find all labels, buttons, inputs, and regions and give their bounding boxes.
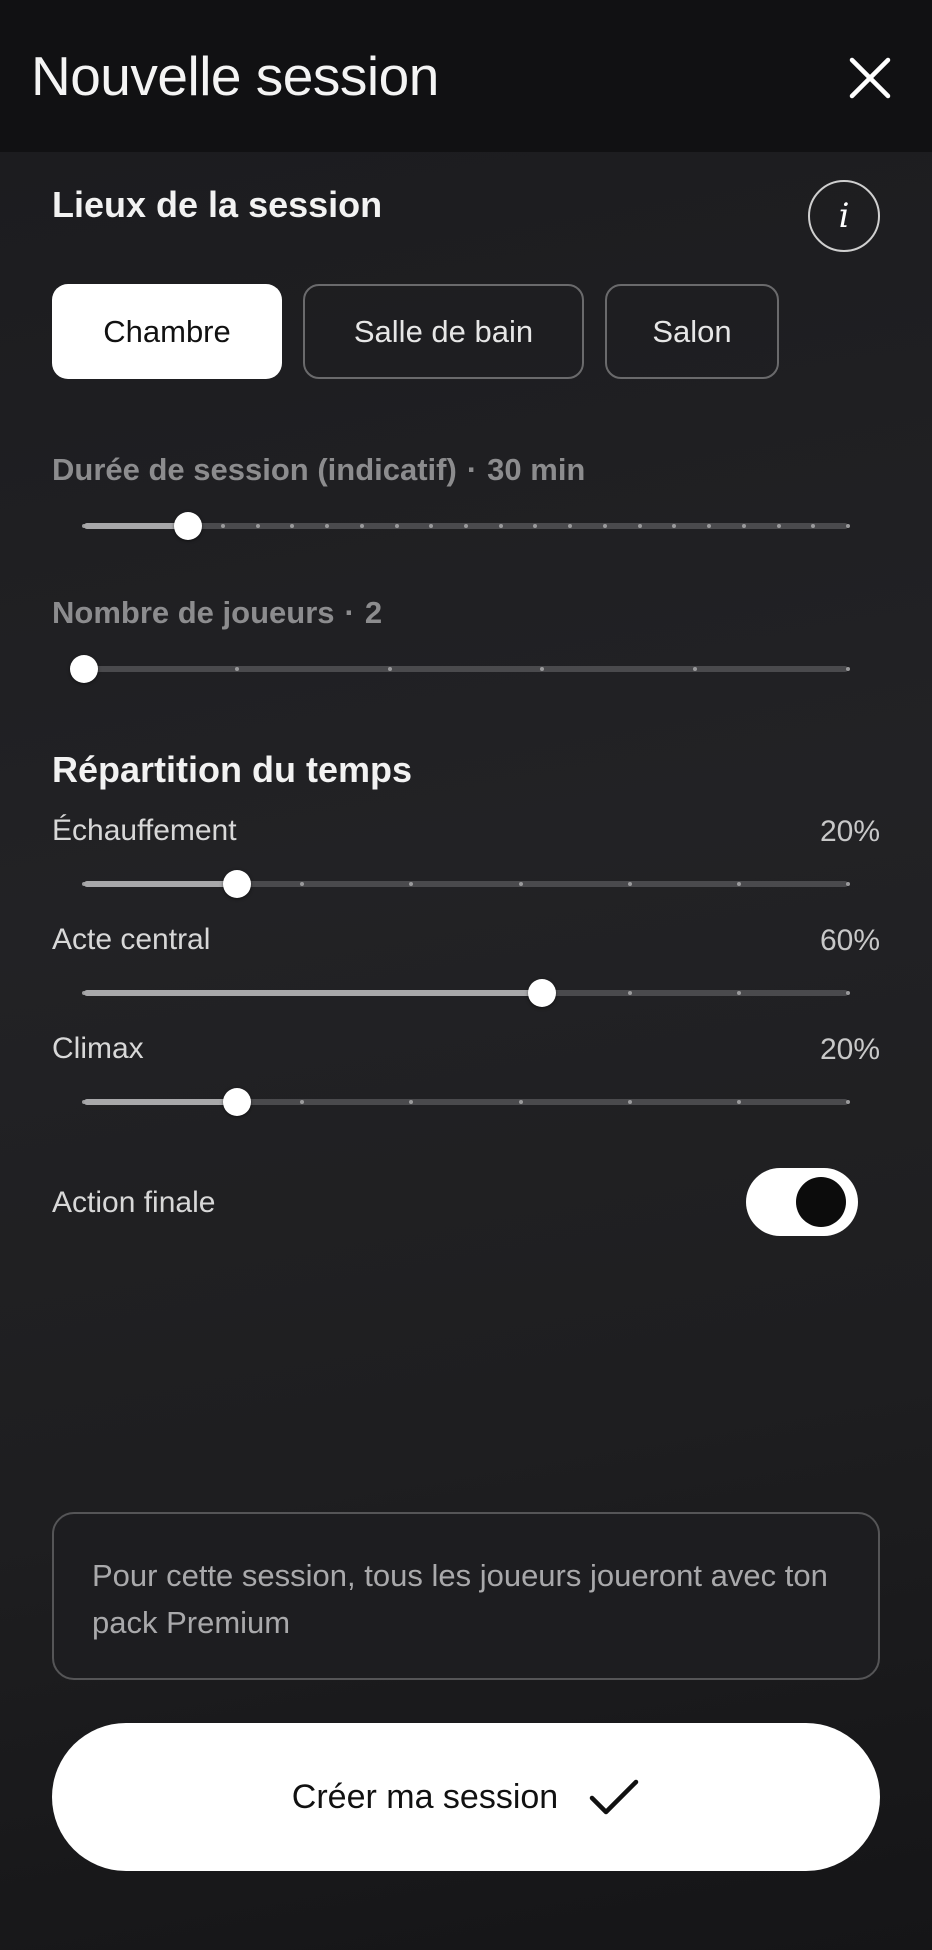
warmup-slider[interactable] — [82, 864, 850, 904]
slider-tick — [255, 524, 260, 528]
slider-tick — [776, 524, 781, 528]
time-split-title: Répartition du temps — [52, 749, 413, 790]
chip-label: Salon — [652, 313, 732, 349]
slider-tick — [846, 882, 850, 886]
players-slider[interactable] — [70, 649, 850, 689]
close-icon — [849, 57, 891, 99]
slider-thumb[interactable] — [174, 512, 203, 540]
players-value: 2 — [364, 595, 383, 630]
create-session-label: Créer ma session — [291, 1777, 559, 1816]
slider-tick — [846, 667, 850, 671]
slider-tick — [846, 524, 850, 528]
location-chip-chambre[interactable]: Chambre — [52, 284, 282, 379]
main-act-label: Acte central — [52, 923, 211, 956]
info-button[interactable]: i — [808, 180, 880, 252]
location-chip-salon[interactable]: Salon — [605, 284, 779, 379]
chip-label: Chambre — [103, 313, 231, 349]
slider-thumb[interactable] — [528, 979, 557, 1007]
main-act-value: 60% — [819, 924, 880, 957]
slider-thumb[interactable] — [70, 655, 98, 683]
separator: · — [344, 595, 355, 630]
checkmark-icon — [589, 1779, 639, 1815]
duration-label: Durée de session (indicatif) · 30 min — [52, 452, 585, 488]
slider-tick — [498, 524, 503, 528]
slider-tick — [846, 1100, 850, 1104]
locations-title: Lieux de la session — [52, 184, 383, 225]
slider-tick — [234, 667, 239, 671]
slider-fill — [84, 523, 189, 529]
slider-tick — [394, 524, 399, 528]
create-session-button[interactable]: Créer ma session — [52, 1723, 880, 1871]
toggle-knob — [796, 1177, 846, 1227]
separator: · — [466, 452, 478, 487]
duration-slider[interactable] — [82, 506, 850, 546]
slider-tick — [627, 1100, 632, 1104]
page-title: Nouvelle session — [31, 45, 439, 107]
slider-tick — [518, 1100, 523, 1104]
players-label: Nombre de joueurs · 2 — [52, 595, 382, 631]
climax-label: Climax — [52, 1032, 144, 1065]
slider-tick — [464, 524, 468, 528]
main-act-slider[interactable] — [82, 973, 850, 1013]
slider-fill — [84, 1099, 237, 1105]
premium-notice: Pour cette session, tous les joueurs jou… — [52, 1512, 880, 1680]
final-action-toggle[interactable] — [746, 1168, 858, 1236]
final-action-label: Action finale — [52, 1186, 216, 1219]
slider-track — [84, 666, 848, 672]
slider-tick — [846, 991, 850, 995]
chip-label: Salle de bain — [353, 313, 534, 349]
players-label-text: Nombre de joueurs — [52, 595, 335, 630]
duration-value: 30 min — [487, 452, 586, 487]
notice-text: Pour cette session, tous les joueurs jou… — [92, 1558, 828, 1640]
slider-tick — [736, 1100, 741, 1104]
climax-value: 20% — [819, 1033, 880, 1066]
warmup-value: 20% — [819, 815, 880, 848]
slider-fill — [84, 881, 237, 887]
climax-slider[interactable] — [82, 1082, 850, 1122]
slider-tick — [627, 882, 632, 886]
slider-tick — [637, 524, 642, 528]
duration-label-text: Durée de session (indicatif) — [52, 452, 457, 487]
slider-tick — [518, 882, 523, 886]
slider-tick — [359, 524, 364, 528]
slider-tick — [736, 882, 741, 886]
location-chip-salle-de-bain[interactable]: Salle de bain — [303, 284, 584, 379]
info-icon: i — [838, 196, 850, 236]
slider-tick — [220, 524, 225, 528]
slider-tick — [736, 991, 741, 995]
slider-tick — [741, 524, 746, 528]
slider-thumb[interactable] — [222, 1088, 251, 1116]
slider-tick — [627, 991, 632, 995]
slider-tick — [387, 667, 392, 671]
slider-tick — [602, 524, 607, 528]
slider-fill — [84, 990, 543, 996]
slider-thumb[interactable] — [222, 870, 251, 898]
warmup-label: Échauffement — [52, 814, 237, 847]
top-bar: Nouvelle session — [0, 0, 932, 152]
close-button[interactable] — [846, 54, 894, 102]
